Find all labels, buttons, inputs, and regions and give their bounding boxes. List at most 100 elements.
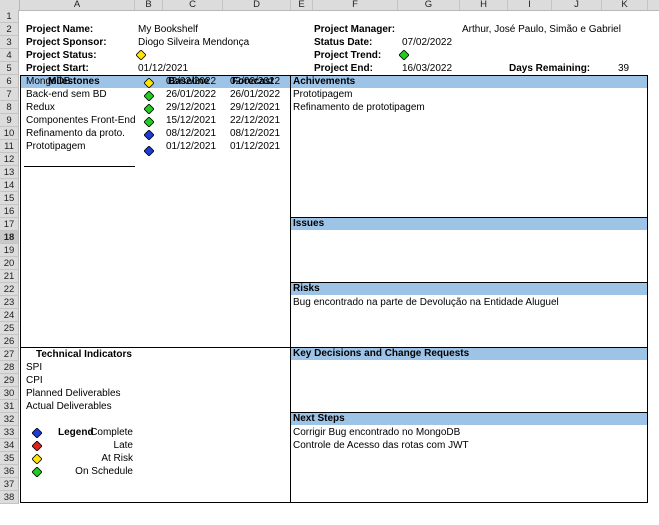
row-header[interactable]: 22: [0, 283, 19, 296]
row-header[interactable]: 13: [0, 166, 19, 179]
achievement-item[interactable]: Refinamento de prototipagem: [293, 101, 425, 114]
row-header[interactable]: 9: [0, 114, 19, 127]
row-header[interactable]: 6: [0, 75, 19, 88]
row-header[interactable]: 18: [0, 231, 19, 244]
row-header[interactable]: 29: [0, 374, 19, 387]
milestone-status-diamond-icon: [144, 117, 154, 127]
indicator-actual[interactable]: Actual Deliverables: [26, 400, 112, 413]
next-step-item[interactable]: Corrigir Bug encontrado no MongoDB: [293, 426, 460, 439]
indicator-planned[interactable]: Planned Deliverables: [26, 387, 121, 400]
row-header[interactable]: 23: [0, 296, 19, 309]
column-header-b[interactable]: B: [135, 0, 163, 10]
indicator-cpi[interactable]: CPI: [26, 374, 43, 387]
row-header[interactable]: 2: [0, 23, 19, 36]
column-header-a[interactable]: A: [20, 0, 135, 10]
next-steps-header: Next Steps: [291, 413, 647, 425]
milestone-name[interactable]: Componentes Front-End: [26, 114, 136, 127]
row-header[interactable]: 16: [0, 205, 19, 218]
project-status-label: Project Status:: [26, 50, 97, 61]
row-header[interactable]: 12: [0, 153, 19, 166]
row-header[interactable]: 21: [0, 270, 19, 283]
row-header[interactable]: 37: [0, 478, 19, 491]
next-step-item[interactable]: Controle de Acesso das rotas com JWT: [293, 439, 469, 452]
row-header[interactable]: 1: [0, 10, 19, 23]
column-header-h[interactable]: H: [460, 0, 508, 10]
project-status-diamond-icon: [136, 50, 146, 60]
row-header[interactable]: 14: [0, 179, 19, 192]
milestone-forecast[interactable]: 29/12/2021: [230, 101, 280, 114]
column-header-k[interactable]: K: [602, 0, 648, 10]
milestone-forecast[interactable]: 26/01/2022: [230, 88, 280, 101]
milestone-baseline[interactable]: 08/12/2021: [166, 127, 216, 140]
project-name-value[interactable]: My Bookshelf: [138, 23, 198, 36]
milestone-name[interactable]: MongoDB: [26, 75, 70, 88]
risk-item[interactable]: Bug encontrado na parte de Devolução na …: [293, 296, 559, 309]
column-header-f[interactable]: F: [313, 0, 398, 10]
row-header[interactable]: 5: [0, 62, 19, 75]
milestone-name[interactable]: Refinamento da proto.: [26, 127, 125, 140]
row-header[interactable]: 30: [0, 387, 19, 400]
column-header-d[interactable]: D: [223, 0, 291, 10]
achievements-header: Achivements: [291, 76, 647, 88]
select-all-corner[interactable]: [0, 0, 20, 10]
milestone-name[interactable]: Redux: [26, 101, 55, 114]
row-header[interactable]: 10: [0, 127, 19, 140]
project-start-value[interactable]: 01/12/2021: [138, 62, 188, 75]
milestone-status-diamond-icon: [144, 104, 154, 114]
spreadsheet-grid: A B C D E F G H I J K 1 2 3 4 5 6 7 8 9 10 11 12 13 1…: [0, 0, 659, 525]
days-remaining-label: Days Remaining:: [509, 63, 591, 74]
row-header[interactable]: 4: [0, 49, 19, 62]
project-manager-value[interactable]: Arthur, José Paulo, Simão e Gabriel: [462, 23, 621, 36]
row-header[interactable]: 32: [0, 413, 19, 426]
legend-label: At Risk: [101, 453, 133, 464]
milestone-forecast[interactable]: 02/02/2022: [230, 75, 280, 88]
decisions-header: Key Decisions and Change Requests: [291, 348, 647, 360]
issues-header: Issues: [291, 218, 647, 230]
technical-indicators-title: Technical Indicators: [36, 349, 132, 360]
column-header-i[interactable]: I: [508, 0, 552, 10]
row-header[interactable]: 24: [0, 309, 19, 322]
milestone-status-diamond-icon: [144, 78, 154, 88]
column-header-c[interactable]: C: [163, 0, 223, 10]
status-date-value[interactable]: 07/02/2022: [402, 36, 452, 49]
row-header[interactable]: 8: [0, 101, 19, 114]
row-header[interactable]: 38: [0, 491, 19, 504]
project-sponsor-value[interactable]: Diogo Silveira Mendonça: [138, 36, 249, 49]
project-name-label: Project Name:: [26, 24, 94, 35]
milestone-name[interactable]: Prototipagem: [26, 140, 85, 153]
indicators-panel: [20, 347, 291, 503]
row-header[interactable]: 27: [0, 348, 19, 361]
row-header[interactable]: 20: [0, 257, 19, 270]
row-header[interactable]: 11: [0, 140, 19, 153]
milestone-baseline[interactable]: 15/12/2021: [166, 114, 216, 127]
row-header[interactable]: 26: [0, 335, 19, 348]
column-header-g[interactable]: G: [398, 0, 460, 10]
project-trend-diamond-icon: [399, 50, 409, 60]
column-header-e[interactable]: E: [291, 0, 313, 10]
milestone-baseline[interactable]: 02/02/2022: [166, 75, 216, 88]
milestone-baseline[interactable]: 26/01/2022: [166, 88, 216, 101]
row-header[interactable]: 19: [0, 244, 19, 257]
indicator-spi[interactable]: SPI: [26, 361, 42, 374]
row-header[interactable]: 28: [0, 361, 19, 374]
row-header[interactable]: 15: [0, 192, 19, 205]
milestone-forecast[interactable]: 22/12/2021: [230, 114, 280, 127]
achievement-item[interactable]: Prototipagem: [293, 88, 352, 101]
row-header[interactable]: 17: [0, 218, 19, 231]
project-trend-label: Project Trend:: [314, 50, 382, 61]
row-header[interactable]: 25: [0, 322, 19, 335]
row-header[interactable]: 31: [0, 400, 19, 413]
milestone-forecast[interactable]: 01/12/2021: [230, 140, 280, 153]
row-header[interactable]: 3: [0, 36, 19, 49]
milestone-forecast[interactable]: 08/12/2021: [230, 127, 280, 140]
project-manager-label: Project Manager:: [314, 24, 396, 35]
milestone-baseline[interactable]: 01/12/2021: [166, 140, 216, 153]
project-end-label: Project End:: [314, 63, 373, 74]
milestone-baseline[interactable]: 29/12/2021: [166, 101, 216, 114]
project-end-value[interactable]: 16/03/2022: [402, 62, 452, 75]
days-remaining-value[interactable]: 39: [618, 62, 629, 75]
row-header[interactable]: 7: [0, 88, 19, 101]
milestone-name[interactable]: Back-end sem BD: [26, 88, 107, 101]
legend-label: On Schedule: [75, 466, 133, 477]
column-header-j[interactable]: J: [552, 0, 602, 10]
